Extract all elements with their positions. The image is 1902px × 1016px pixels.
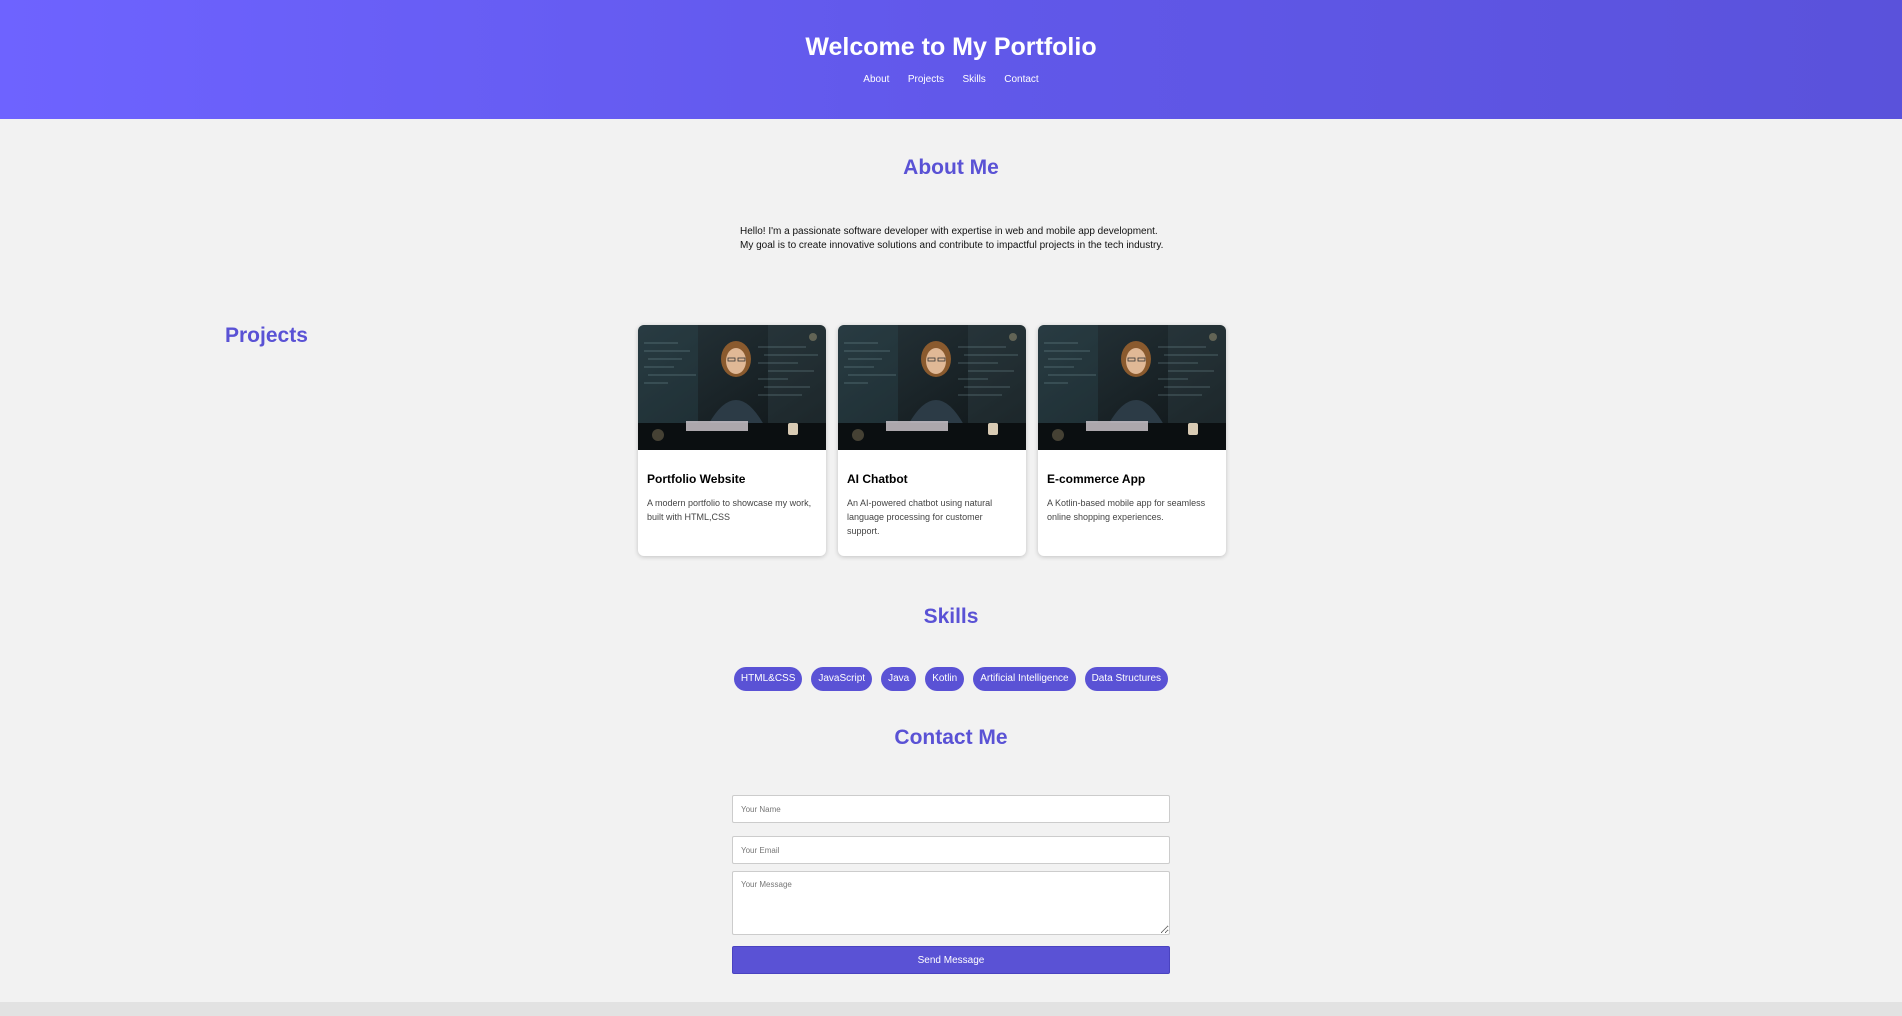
skill-badge-html-css: HTML&CSS [733, 667, 803, 691]
project-cards: Portfolio Website A modern portfolio to … [638, 325, 1226, 556]
projects-section-title: Projects [225, 324, 308, 347]
name-input[interactable] [732, 795, 1170, 823]
nav-link-contact[interactable]: Contact [1004, 74, 1038, 85]
contact-section-title: Contact Me [894, 726, 1008, 749]
project-card-ecommerce-app[interactable]: E-commerce App A Kotlin-based mobile app… [1038, 325, 1226, 556]
site-header: Welcome to My Portfolio About Projects S… [0, 0, 1902, 119]
project-description: A Kotlin-based mobile app for seamless o… [1047, 498, 1206, 522]
message-textarea[interactable] [732, 871, 1170, 935]
project-card-ai-chatbot[interactable]: AI Chatbot An AI-powered chatbot using n… [838, 325, 1026, 556]
site-title: Welcome to My Portfolio [805, 33, 1097, 61]
project-card-portfolio-website[interactable]: Portfolio Website A modern portfolio to … [638, 325, 826, 556]
contact-form: Send Message [732, 795, 1170, 974]
project-image [638, 325, 826, 450]
project-image [838, 325, 1026, 450]
skill-badge-kotlin: Kotlin [925, 667, 965, 691]
skill-badge-ai: Artificial Intelligence [973, 667, 1076, 691]
skills-list: HTML&CSS JavaScript Java Kotlin Artifici… [0, 667, 1902, 691]
nav-link-projects[interactable]: Projects [908, 74, 944, 85]
project-description: A modern portfolio to showcase my work, … [647, 498, 812, 522]
about-description: Hello! I'm a passionate software develop… [740, 226, 1164, 251]
page-footer [0, 1002, 1902, 1016]
nav-link-skills[interactable]: Skills [962, 74, 985, 85]
skill-badge-javascript: JavaScript [811, 667, 873, 691]
email-input[interactable] [732, 836, 1170, 864]
project-title: AI Chatbot [847, 472, 908, 486]
send-message-button[interactable]: Send Message [732, 946, 1170, 974]
about-section-title: About Me [903, 156, 999, 179]
project-title: Portfolio Website [647, 472, 746, 486]
skills-section-title: Skills [923, 605, 979, 628]
skill-badge-java: Java [881, 667, 917, 691]
main-nav: About Projects Skills Contact [0, 69, 1902, 87]
project-description: An AI-powered chatbot using natural lang… [847, 498, 993, 536]
project-image [1038, 325, 1226, 450]
nav-link-about[interactable]: About [863, 74, 889, 85]
project-title: E-commerce App [1047, 472, 1146, 486]
skill-badge-data-structures: Data Structures [1084, 667, 1169, 691]
